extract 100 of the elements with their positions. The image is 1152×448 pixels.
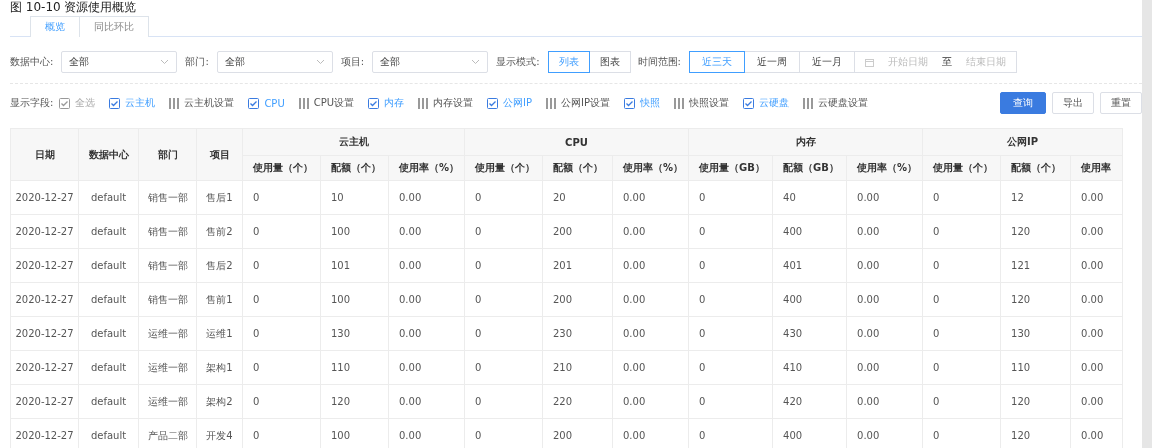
checkbox[interactable] — [743, 97, 755, 109]
range-toggle[interactable]: 近一周 — [743, 51, 800, 73]
table-cell: 430 — [772, 316, 847, 351]
column-bars-icon[interactable] — [418, 97, 429, 109]
table-cell: 售后2 — [196, 248, 243, 283]
table-cell: 0 — [464, 180, 543, 215]
column-bars-icon[interactable] — [298, 97, 309, 109]
table-cell: 2020-12-27 — [10, 214, 79, 249]
filter-label: 数据中心: — [10, 55, 54, 69]
table-cell: 2020-12-27 — [10, 418, 79, 448]
table-cell: 2020-12-27 — [10, 248, 79, 283]
checkbox[interactable] — [487, 97, 499, 109]
checkbox[interactable] — [248, 97, 260, 109]
table-cell: 0 — [464, 248, 543, 283]
checkbox-label: 云主机 — [125, 96, 156, 110]
table-cell: 0.00 — [1070, 248, 1123, 283]
column-bars-icon[interactable] — [803, 97, 814, 109]
table-cell: 100 — [320, 214, 389, 249]
table-cell: 121 — [1000, 248, 1071, 283]
table-cell: default — [78, 350, 139, 385]
table-cell: 0 — [242, 350, 321, 385]
table-cell: 100 — [320, 282, 389, 317]
table-cell: 0 — [464, 214, 543, 249]
table-cell: 2020-12-27 — [10, 350, 79, 385]
table-cell: 架构2 — [196, 384, 243, 419]
action-button[interactable]: 重置 — [1100, 92, 1142, 114]
checkbox-label: 内存 — [384, 96, 405, 110]
table-cell: default — [78, 248, 139, 283]
checkbox[interactable] — [624, 97, 636, 109]
settings-link[interactable]: 内存设置 — [433, 96, 474, 110]
table-cell: 0.00 — [1070, 214, 1123, 249]
table-cell: 210 — [542, 350, 613, 385]
table-cell: 12 — [1000, 180, 1071, 215]
settings-link[interactable]: 云主机设置 — [184, 96, 235, 110]
fields-label: 显示字段: — [10, 96, 54, 110]
checkbox[interactable] — [109, 97, 121, 109]
checkbox-label: CPU — [264, 97, 285, 109]
table-cell: 201 — [542, 248, 613, 283]
table-cell: 运维一部 — [138, 316, 197, 351]
table-cell: 2020-12-27 — [10, 180, 79, 215]
settings-link[interactable]: CPU设置 — [313, 96, 355, 110]
tab[interactable]: 同比环比 — [79, 16, 149, 37]
table-cell: 120 — [1000, 214, 1071, 249]
checkbox[interactable] — [368, 97, 380, 109]
filter-label: 部门: — [185, 55, 209, 69]
table-cell: 120 — [1000, 384, 1071, 419]
settings-link[interactable]: 云硬盘设置 — [818, 96, 869, 110]
table-cell: 0 — [242, 282, 321, 317]
table-cell: 0.00 — [388, 214, 465, 249]
table-cell: 230 — [542, 316, 613, 351]
table-cell: 420 — [772, 384, 847, 419]
table-cell: 0 — [922, 316, 1001, 351]
select-field[interactable]: 全部 — [61, 51, 178, 73]
table-cell: 0.00 — [612, 180, 689, 215]
table-cell: 130 — [320, 316, 389, 351]
table-cell: 0.00 — [612, 350, 689, 385]
action-button[interactable]: 导出 — [1052, 92, 1094, 114]
group-header: 云主机 — [242, 128, 465, 156]
table-cell: 0 — [464, 350, 543, 385]
table-cell: 0 — [922, 282, 1001, 317]
table-cell: 200 — [542, 282, 613, 317]
table-cell: 0.00 — [846, 214, 923, 249]
table-cell: 销售一部 — [138, 248, 197, 283]
scrollbar[interactable] — [1142, 0, 1152, 448]
table-cell: 0 — [688, 248, 773, 283]
settings-link[interactable]: 公网IP设置 — [561, 96, 611, 110]
filter-label: 显示模式: — [496, 55, 540, 69]
column-bars-icon[interactable] — [674, 97, 685, 109]
table-cell: 130 — [1000, 316, 1071, 351]
table-cell: 120 — [320, 384, 389, 419]
settings-link[interactable]: 快照设置 — [689, 96, 730, 110]
table-cell: 2020-12-27 — [10, 384, 79, 419]
action-button[interactable]: 查询 — [1000, 92, 1046, 114]
column-header: 使用量（GB） — [688, 155, 773, 181]
table-cell: 0 — [922, 180, 1001, 215]
mode-toggle[interactable]: 图表 — [588, 51, 631, 73]
table-cell: 0 — [242, 384, 321, 419]
checkbox-label: 快照 — [640, 96, 661, 110]
table-cell: 0 — [464, 384, 543, 419]
table-cell: 20 — [542, 180, 613, 215]
group-header: CPU — [464, 128, 689, 156]
column-bars-icon[interactable] — [169, 97, 180, 109]
select-field[interactable]: 全部 — [216, 51, 333, 73]
group-header: 内存 — [688, 128, 923, 156]
table-cell: 0 — [688, 180, 773, 215]
table-cell: 售前1 — [196, 282, 243, 317]
checkbox-label: 全选 — [75, 96, 96, 110]
column-header: 数据中心 — [78, 128, 139, 181]
table-cell: 架构1 — [196, 350, 243, 385]
table-cell: 400 — [772, 214, 847, 249]
table-cell: 0.00 — [388, 282, 465, 317]
range-toggle[interactable]: 近一月 — [798, 51, 855, 73]
table-cell: 120 — [1000, 282, 1071, 317]
filter-label: 时间范围: — [637, 55, 681, 69]
table-cell: 0 — [242, 248, 321, 283]
select-field[interactable]: 全部 — [372, 51, 489, 73]
table-cell: 401 — [772, 248, 847, 283]
column-bars-icon[interactable] — [546, 97, 557, 109]
table-cell: 200 — [542, 214, 613, 249]
table-cell: 0.00 — [1070, 316, 1123, 351]
